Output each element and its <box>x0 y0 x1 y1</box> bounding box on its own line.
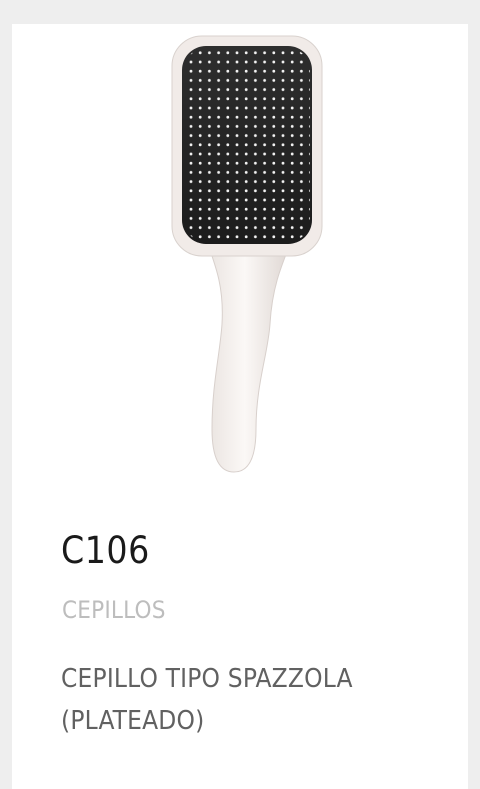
paddle-hairbrush-icon[interactable] <box>162 34 332 474</box>
product-category[interactable]: CEPILLOS <box>62 595 166 625</box>
product-card[interactable]: C106 CEPILLOS CEPILLO TIPO SPAZZOLA (PLA… <box>12 24 468 789</box>
product-sku[interactable]: C106 <box>61 529 150 573</box>
product-description: CEPILLO TIPO SPAZZOLA (PLATEADO) <box>61 664 353 736</box>
